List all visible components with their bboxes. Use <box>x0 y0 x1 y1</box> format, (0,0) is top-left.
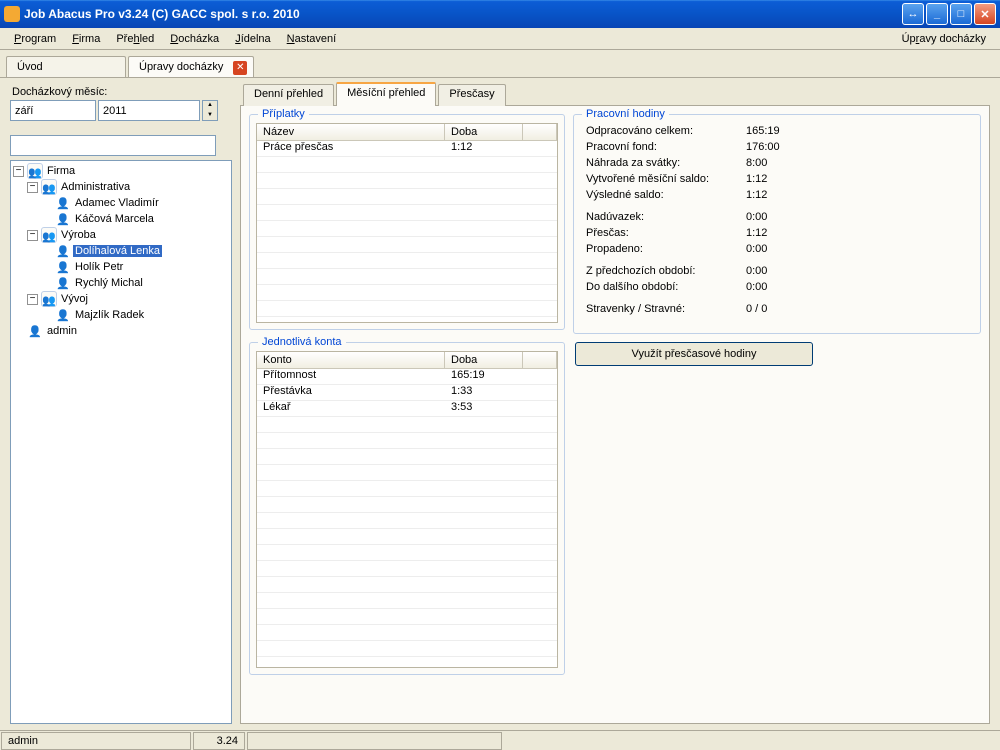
menu-upravy-dochazky[interactable]: Úpravy docházky <box>894 31 994 47</box>
maximize-button[interactable]: □ <box>950 3 972 25</box>
nav-button[interactable]: ↔ <box>902 3 924 25</box>
left-panel: Docházkový měsíc: ▲▼ −Firma −Administrat… <box>0 78 238 730</box>
status-version: 3.24 <box>193 732 245 750</box>
window-title: Job Abacus Pro v3.24 (C) GACC spol. s r.… <box>24 7 902 21</box>
work-row: Výsledné saldo:1:12 <box>586 187 968 203</box>
group-pracovni-hodiny: Pracovní hodiny Odpracováno celkem:165:1… <box>573 114 981 334</box>
group-icon <box>41 291 57 307</box>
tab-upravy-dochazky[interactable]: Úpravy docházky ✕ <box>128 56 254 77</box>
person-icon <box>55 307 71 323</box>
work-row: Přesčas:1:12 <box>586 225 968 241</box>
group-konta: Jednotlivá konta Konto Doba Přítomnost16… <box>249 342 565 675</box>
close-button[interactable]: ✕ <box>974 3 996 25</box>
tree-dolihalova[interactable]: Dolíhalová Lenka <box>73 245 162 257</box>
status-empty <box>247 732 502 750</box>
table-row[interactable]: Práce přesčas1:12 <box>257 141 557 157</box>
month-input[interactable] <box>10 100 96 121</box>
group-icon <box>27 163 43 179</box>
col-konto[interactable]: Konto <box>257 352 445 368</box>
menu-firma[interactable]: Firma <box>64 31 108 47</box>
subtab-mesicni[interactable]: Měsíční přehled <box>336 82 436 106</box>
person-icon <box>55 243 71 259</box>
menu-prehled[interactable]: Přehled <box>108 31 162 47</box>
expand-icon[interactable]: − <box>27 182 38 193</box>
menu-bar: Program Firma Přehled Docházka Jídelna N… <box>0 28 1000 50</box>
tree-rychly[interactable]: Rychlý Michal <box>73 277 145 289</box>
org-tree[interactable]: −Firma −Administrativa Adamec Vladimír K… <box>10 160 232 724</box>
work-row: Pracovní fond:176:00 <box>586 139 968 155</box>
menu-nastaveni[interactable]: Nastavení <box>279 31 345 47</box>
menu-jidelna[interactable]: Jídelna <box>227 31 278 47</box>
year-spinner[interactable]: ▲▼ <box>202 100 218 121</box>
group-priplatky: Příplatky Název Doba Práce přesčas1:12 <box>249 114 565 330</box>
right-panel: Denní přehled Měsíční přehled Přesčasy P… <box>238 78 1000 730</box>
tree-vyvoj[interactable]: Vývoj <box>59 293 90 305</box>
group-icon <box>41 179 57 195</box>
tree-majzlik[interactable]: Majzlík Radek <box>73 309 146 321</box>
col-doba[interactable]: Doba <box>445 124 523 140</box>
table-row[interactable]: Přestávka1:33 <box>257 385 557 401</box>
person-icon <box>55 275 71 291</box>
status-bar: admin 3.24 <box>0 730 1000 750</box>
person-icon <box>55 211 71 227</box>
expand-icon[interactable]: − <box>13 166 24 177</box>
month-label: Docházkový měsíc: <box>12 86 232 98</box>
status-user: admin <box>1 732 191 750</box>
group-icon <box>41 227 57 243</box>
grid-priplatky[interactable]: Název Doba Práce přesčas1:12 <box>256 123 558 323</box>
col-nazev[interactable]: Název <box>257 124 445 140</box>
expand-icon[interactable]: − <box>27 294 38 305</box>
app-icon <box>4 6 20 22</box>
menu-dochazka[interactable]: Docházka <box>162 31 227 47</box>
subtab-denni[interactable]: Denní přehled <box>243 84 334 106</box>
title-bar: Job Abacus Pro v3.24 (C) GACC spol. s r.… <box>0 0 1000 28</box>
work-row: Propadeno:0:00 <box>586 241 968 257</box>
person-icon <box>55 259 71 275</box>
work-row: Náhrada za svátky:8:00 <box>586 155 968 171</box>
col-doba[interactable]: Doba <box>445 352 523 368</box>
group-title: Pracovní hodiny <box>582 108 669 120</box>
group-title: Jednotlivá konta <box>258 336 346 348</box>
use-overtime-button[interactable]: Využít přesčasové hodiny <box>575 342 813 366</box>
tree-adamec[interactable]: Adamec Vladimír <box>73 197 161 209</box>
document-tabs: Úvod Úpravy docházky ✕ <box>0 50 1000 78</box>
work-row: Stravenky / Stravné:0 / 0 <box>586 301 968 317</box>
tree-kacova[interactable]: Káčová Marcela <box>73 213 156 225</box>
work-row: Odpracováno celkem:165:19 <box>586 123 968 139</box>
work-row: Vytvořené měsíční saldo:1:12 <box>586 171 968 187</box>
tree-firma[interactable]: Firma <box>45 165 77 177</box>
tree-holik[interactable]: Holík Petr <box>73 261 125 273</box>
expand-icon[interactable]: − <box>27 230 38 241</box>
tab-uvod[interactable]: Úvod <box>6 56 126 77</box>
tree-administrativa[interactable]: Administrativa <box>59 181 132 193</box>
person-icon <box>55 195 71 211</box>
close-tab-icon[interactable]: ✕ <box>233 61 247 75</box>
person-icon <box>27 323 43 339</box>
year-input[interactable] <box>98 100 200 121</box>
menu-program[interactable]: Program <box>6 31 64 47</box>
work-row: Do dalšího období:0:00 <box>586 279 968 295</box>
work-row: Z předchozích období:0:00 <box>586 263 968 279</box>
table-row[interactable]: Lékař3:53 <box>257 401 557 417</box>
tree-vyroba[interactable]: Výroba <box>59 229 98 241</box>
subtab-prescasy[interactable]: Přesčasy <box>438 84 505 106</box>
grid-konta[interactable]: Konto Doba Přítomnost165:19Přestávka1:33… <box>256 351 558 668</box>
tree-admin[interactable]: admin <box>45 325 79 337</box>
table-row[interactable]: Přítomnost165:19 <box>257 369 557 385</box>
work-row: Nadúvazek:0:00 <box>586 209 968 225</box>
tree-filter-input[interactable] <box>10 135 216 156</box>
minimize-button[interactable]: _ <box>926 3 948 25</box>
group-title: Příplatky <box>258 108 309 120</box>
